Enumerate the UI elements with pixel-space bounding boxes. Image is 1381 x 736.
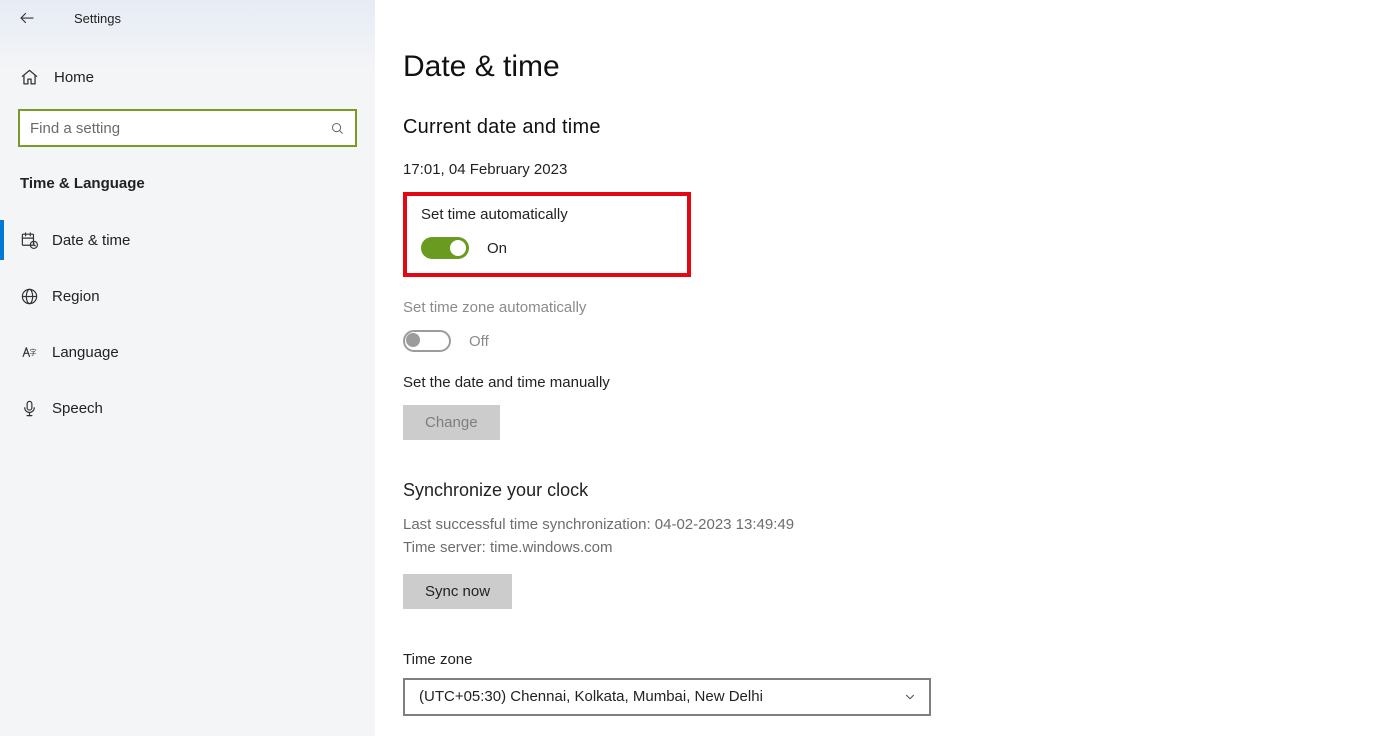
page-title: Date & time — [403, 50, 1381, 84]
sidebar-item-label: Speech — [52, 400, 103, 417]
auto-time-highlight: Set time automatically On — [403, 192, 691, 277]
sidebar-item-date-time[interactable]: Date & time — [0, 212, 375, 268]
home-icon — [20, 68, 52, 87]
globe-icon — [20, 287, 52, 306]
manual-label: Set the date and time manually — [403, 374, 1381, 391]
auto-time-state: On — [487, 240, 507, 257]
language-icon: 字 — [20, 343, 52, 362]
change-button[interactable]: Change — [403, 405, 500, 440]
sync-now-button[interactable]: Sync now — [403, 574, 512, 609]
sync-heading: Synchronize your clock — [403, 480, 1381, 501]
svg-text:字: 字 — [30, 347, 37, 356]
auto-time-toggle-row: On — [421, 237, 673, 259]
section-title: Time & Language — [0, 161, 375, 198]
sync-last: Last successful time synchronization: 04… — [403, 513, 1381, 536]
sidebar-item-speech[interactable]: Speech — [0, 380, 375, 436]
auto-time-label: Set time automatically — [421, 206, 673, 223]
auto-tz-toggle-row: Off — [403, 330, 1381, 352]
back-icon[interactable] — [18, 9, 36, 27]
auto-tz-block: Set time zone automatically Off — [403, 299, 1381, 352]
timezone-selected: (UTC+05:30) Chennai, Kolkata, Mumbai, Ne… — [419, 688, 763, 705]
auto-tz-toggle[interactable] — [403, 330, 451, 352]
sidebar-item-region[interactable]: Region — [0, 268, 375, 324]
auto-tz-label: Set time zone automatically — [403, 299, 1381, 316]
sync-block: Synchronize your clock Last successful t… — [403, 480, 1381, 609]
app-title: Settings — [74, 11, 121, 26]
search-icon — [330, 121, 345, 136]
search-input-wrap[interactable] — [18, 109, 357, 147]
microphone-icon — [20, 399, 52, 418]
sidebar-item-label: Language — [52, 344, 119, 361]
timezone-block: Time zone (UTC+05:30) Chennai, Kolkata, … — [403, 651, 1381, 716]
settings-app: Settings Home Time & Language Date & tim… — [0, 0, 1381, 736]
sidebar-item-label: Date & time — [52, 232, 130, 249]
timezone-label: Time zone — [403, 651, 1381, 668]
home-button[interactable]: Home — [0, 56, 375, 99]
timezone-dropdown[interactable]: (UTC+05:30) Chennai, Kolkata, Mumbai, Ne… — [403, 678, 931, 716]
manual-block: Set the date and time manually Change — [403, 374, 1381, 440]
auto-time-toggle[interactable] — [421, 237, 469, 259]
sidebar-item-language[interactable]: 字 Language — [0, 324, 375, 380]
main-content: Date & time Current date and time 17:01,… — [375, 0, 1381, 736]
sync-server: Time server: time.windows.com — [403, 536, 1381, 559]
search-input[interactable] — [30, 120, 330, 137]
current-datetime-value: 17:01, 04 February 2023 — [403, 161, 1381, 178]
home-label: Home — [54, 69, 94, 86]
calendar-clock-icon — [20, 231, 52, 250]
sidebar: Settings Home Time & Language Date & tim… — [0, 0, 375, 736]
sidebar-item-label: Region — [52, 288, 100, 305]
titlebar: Settings — [0, 0, 375, 36]
sidebar-nav: Date & time Region 字 Language Speech — [0, 212, 375, 436]
chevron-down-icon — [903, 690, 917, 704]
current-datetime-heading: Current date and time — [403, 116, 1381, 139]
auto-tz-state: Off — [469, 333, 489, 350]
